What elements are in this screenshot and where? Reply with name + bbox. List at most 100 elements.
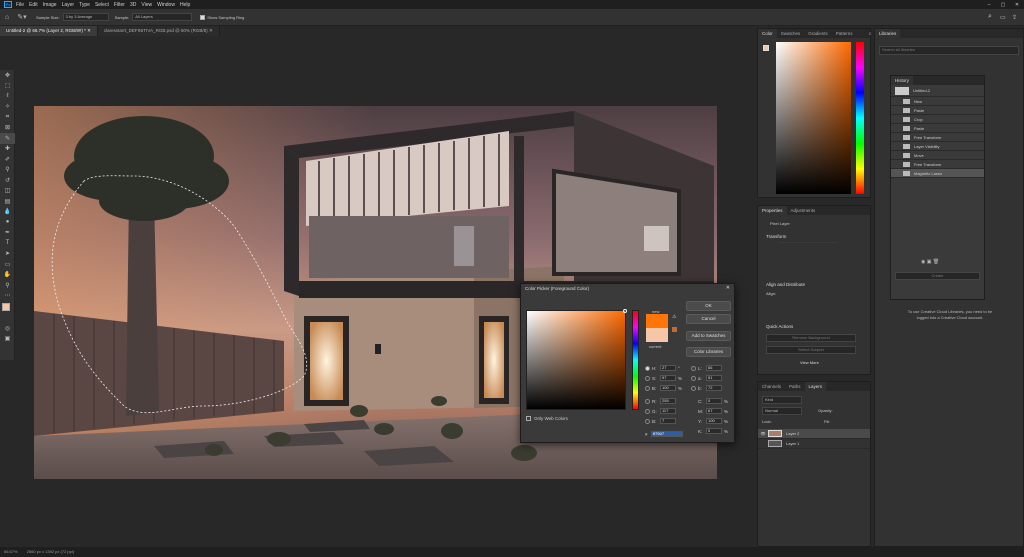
tab-color[interactable]: Color — [758, 29, 777, 38]
path-select-tool-icon[interactable]: ➤ — [0, 249, 15, 260]
field-k[interactable]: K: 0% — [698, 427, 728, 435]
eyedropper-preset-icon[interactable]: ✎▾ — [14, 13, 30, 21]
tab-history[interactable]: History — [891, 76, 914, 85]
screen-mode-icon[interactable]: ▣ — [0, 334, 15, 345]
tab-close-icon[interactable]: ✕ — [87, 28, 91, 33]
transform-fields[interactable] — [778, 242, 838, 272]
field-lab-b[interactable]: b: 72 — [691, 384, 722, 392]
eyedropper-tool-icon[interactable]: ✎ — [0, 133, 15, 144]
radio-a[interactable] — [691, 375, 696, 381]
radio-s[interactable] — [645, 375, 650, 381]
view-more-link[interactable]: View More — [800, 360, 819, 365]
share-icon[interactable]: ⇪ — [1012, 14, 1024, 21]
more-tools-icon[interactable]: ⋯ — [0, 291, 15, 302]
color-libraries-button[interactable]: Color Libraries — [686, 347, 731, 357]
clone-stamp-tool-icon[interactable]: ⚲ — [0, 165, 15, 176]
field-h[interactable]: H: 27 ° — [645, 364, 680, 372]
field-s[interactable]: S: 97% — [645, 374, 682, 382]
frame-tool-icon[interactable]: ⊠ — [0, 123, 15, 134]
workspace-icon[interactable]: ▭ — [1000, 14, 1012, 21]
field-a[interactable]: a: 51 — [691, 374, 722, 382]
radio-blue[interactable] — [645, 418, 650, 424]
field-m[interactable]: M: 67% — [698, 407, 728, 415]
libraries-search-input[interactable]: Search all libraries — [879, 46, 1019, 55]
menu-select[interactable]: Select — [95, 2, 109, 8]
tab-libraries[interactable]: Libraries — [875, 29, 901, 38]
add-to-swatches-button[interactable]: Add to Swatches — [686, 331, 731, 341]
new-document-icon[interactable]: ▣ — [927, 259, 932, 265]
history-item-crop[interactable]: Crop — [891, 115, 984, 124]
document-info[interactable]: 2560 px x 1392 px (72 ppi) — [27, 549, 74, 554]
layer-kind-filter[interactable]: Kind — [762, 396, 802, 404]
menu-filter[interactable]: Filter — [114, 2, 125, 8]
layer-name[interactable]: Layer 2 — [786, 431, 799, 436]
tab-swatches[interactable]: Swatches — [777, 29, 805, 38]
type-tool-icon[interactable]: T — [0, 238, 15, 249]
history-item-magnetic-lasso[interactable]: Magnetic Lasso — [891, 169, 984, 178]
foreground-color-swatch[interactable] — [2, 303, 10, 311]
quick-mask-icon[interactable]: ◎ — [0, 323, 15, 334]
hex-input[interactable]: ff7507 — [651, 431, 683, 437]
tab-definitiva[interactable]: claresstarrt_DEFINITIVA_RGB.psd @ 50% (R… — [97, 26, 220, 36]
menu-layer[interactable]: Layer — [62, 2, 75, 8]
gamut-warning-icon[interactable]: ⚠ — [672, 314, 676, 320]
gradient-tool-icon[interactable]: ▤ — [0, 196, 15, 207]
menu-file[interactable]: File — [16, 2, 24, 8]
radio-r[interactable] — [645, 398, 650, 404]
eraser-tool-icon[interactable]: ◫ — [0, 186, 15, 197]
zoom-tool-icon[interactable]: ⚲ — [0, 280, 15, 291]
tab-close-icon[interactable]: ✕ — [209, 28, 213, 33]
maximize-icon[interactable]: ▢ — [996, 2, 1010, 8]
picker-cursor[interactable] — [623, 309, 627, 313]
trash-icon[interactable]: 🗑 — [933, 259, 939, 265]
sample-size-select[interactable]: 3 by 3 Average — [62, 13, 109, 21]
hue-slider[interactable] — [856, 42, 864, 194]
radio-l[interactable] — [691, 365, 696, 371]
menu-3d[interactable]: 3D — [130, 2, 136, 8]
transform-label[interactable]: Transform — [766, 234, 786, 239]
hex-field[interactable]: # ff7507 — [645, 430, 683, 438]
zoom-level[interactable]: 66.67% — [4, 549, 18, 554]
crop-tool-icon[interactable]: ⌗ — [0, 112, 15, 123]
menu-window[interactable]: Window — [157, 2, 175, 8]
cancel-button[interactable]: Cancel — [686, 314, 731, 324]
minimize-icon[interactable]: – — [982, 2, 996, 8]
show-ring-checkbox[interactable] — [200, 14, 206, 20]
radio-b[interactable] — [645, 385, 650, 391]
only-web-colors-checkbox[interactable] — [526, 415, 531, 421]
blend-mode-select[interactable]: Normal — [762, 407, 802, 415]
create-button[interactable]: Create — [895, 272, 980, 280]
field-c[interactable]: C: 0% — [698, 397, 728, 405]
rectangle-tool-icon[interactable]: ▭ — [0, 259, 15, 270]
layer-row-layer-1[interactable]: Layer 1 — [758, 439, 870, 449]
sample-select[interactable]: All Layers — [132, 13, 193, 21]
blur-tool-icon[interactable]: 💧 — [0, 207, 15, 218]
quick-actions-label[interactable]: Quick Actions — [766, 324, 793, 329]
close-icon[interactable]: ✕ — [1010, 2, 1024, 8]
layer-row-layer-2[interactable]: 👁 Layer 2 — [758, 429, 870, 439]
hand-tool-icon[interactable]: ✋ — [0, 270, 15, 281]
current-color-swatch[interactable] — [646, 328, 668, 342]
align-label[interactable]: Align and Distribute — [766, 282, 805, 287]
radio-g[interactable] — [645, 408, 650, 414]
picker-color-field[interactable] — [526, 309, 627, 410]
tab-patterns[interactable]: Patterns — [832, 29, 857, 38]
search-icon[interactable]: ⌕ — [988, 13, 1000, 21]
radio-lab-b[interactable] — [691, 385, 696, 391]
dialog-close-icon[interactable]: ✕ — [726, 285, 730, 291]
tab-properties[interactable]: Properties — [758, 206, 787, 215]
pen-tool-icon[interactable]: ✒ — [0, 228, 15, 239]
history-brush-tool-icon[interactable]: ↺ — [0, 175, 15, 186]
color-field[interactable] — [776, 42, 851, 194]
picker-hue-slider[interactable] — [632, 310, 639, 410]
field-l[interactable]: L: 66 — [691, 364, 722, 372]
tab-paths[interactable]: Paths — [785, 382, 805, 391]
tab-layers[interactable]: Layers — [804, 382, 827, 391]
healing-brush-tool-icon[interactable]: ✚ — [0, 144, 15, 155]
tab-gradients[interactable]: Gradients — [804, 29, 832, 38]
only-web-colors[interactable]: Only Web Colors — [526, 414, 568, 422]
field-blue[interactable]: B: 7 — [645, 417, 676, 425]
quick-select-tool-icon[interactable]: ✧ — [0, 102, 15, 113]
history-item-layer-visibility[interactable]: Layer Visibility — [891, 142, 984, 151]
menu-help[interactable]: Help — [180, 2, 190, 8]
